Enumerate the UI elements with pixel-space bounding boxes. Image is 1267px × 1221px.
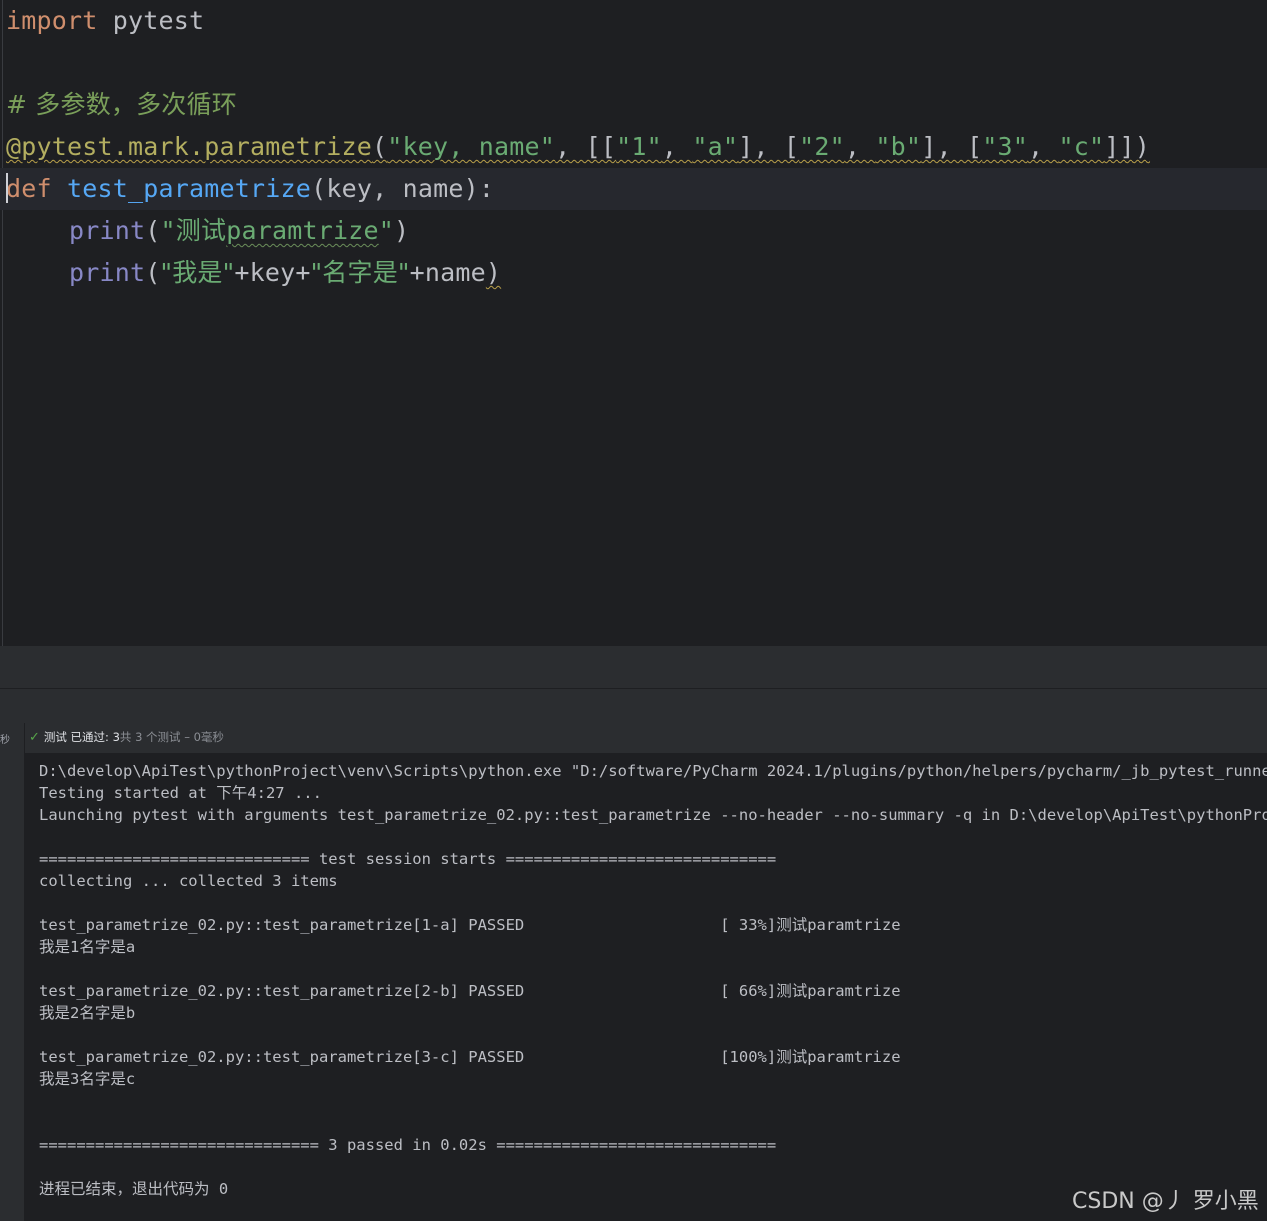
keyword-def: def <box>6 174 52 203</box>
console-line: 我是3名字是c <box>39 1070 136 1088</box>
tests-detail: 共 3 个测试 – 0毫秒 <box>119 730 224 744</box>
console-line: test_parametrize_02.py::test_parametrize… <box>39 982 901 1000</box>
console-line: ============================= test sessi… <box>39 850 777 868</box>
decorator: @pytest.mark.parametrize <box>6 132 373 161</box>
function-params: (key, name): <box>311 174 495 203</box>
keyword-import: import <box>6 6 98 35</box>
editor-split-bar[interactable] <box>0 646 1267 688</box>
console-line: collecting ... collected 3 items <box>39 872 338 890</box>
param-names-string: "key, name" <box>387 132 556 161</box>
tests-passed-label: 测试 已通过: 3 <box>43 730 120 744</box>
code-editor[interactable]: import pytest # 多参数，多次循环 @pytest.mark.pa… <box>0 0 1267 646</box>
console-output[interactable]: D:\develop\ApiTest\pythonProject\venv\Sc… <box>39 760 1267 1221</box>
check-icon: ✓ <box>29 730 40 745</box>
console-line: D:\develop\ApiTest\pythonProject\venv\Sc… <box>39 762 1267 780</box>
console-line: Launching pytest with arguments test_par… <box>39 806 1267 824</box>
function-name: test_parametrize <box>67 174 312 203</box>
code-line-4: @pytest.mark.parametrize("key, name", [[… <box>6 132 1151 161</box>
code-line-7: print("我是"+key+"名字是"+name) <box>69 258 502 287</box>
code-line-1: import pytest <box>6 0 204 42</box>
watermark: CSDN @丿 罗小黑 <box>1072 1189 1259 1214</box>
console-line: 我是1名字是a <box>39 938 136 956</box>
console-line: ============================== 3 passed … <box>39 1136 777 1154</box>
console-line: 进程已结束，退出代码为 0 <box>39 1180 229 1198</box>
code-line-6: print("测试paramtrize") <box>69 216 410 245</box>
typo-word: paramtrize <box>226 216 379 245</box>
test-status-bar: ✓ 测试 已通过: 3共 3 个测试 – 0毫秒 <box>25 723 1267 753</box>
tool-window-header[interactable] <box>0 689 1267 723</box>
console-line: 我是2名字是b <box>39 1004 136 1022</box>
run-tool-window: 秒 ✓ 测试 已通过: 3共 3 个测试 – 0毫秒 D:\develop\Api… <box>0 723 1267 1221</box>
test-tree-strip[interactable]: 秒 <box>0 723 25 1221</box>
text-caret <box>6 173 8 203</box>
duration-label: 秒 <box>0 735 10 746</box>
console-line: test_parametrize_02.py::test_parametrize… <box>39 916 901 934</box>
code-line-3-comment: # 多参数，多次循环 <box>6 90 237 119</box>
code-line-5-current: def test_parametrize(key, name): <box>0 168 1267 210</box>
console-line: test_parametrize_02.py::test_parametrize… <box>39 1048 901 1066</box>
module-name: pytest <box>97 6 205 35</box>
console-line: Testing started at 下午4:27 ... <box>39 784 322 802</box>
editor-gutter-divider <box>2 0 3 646</box>
